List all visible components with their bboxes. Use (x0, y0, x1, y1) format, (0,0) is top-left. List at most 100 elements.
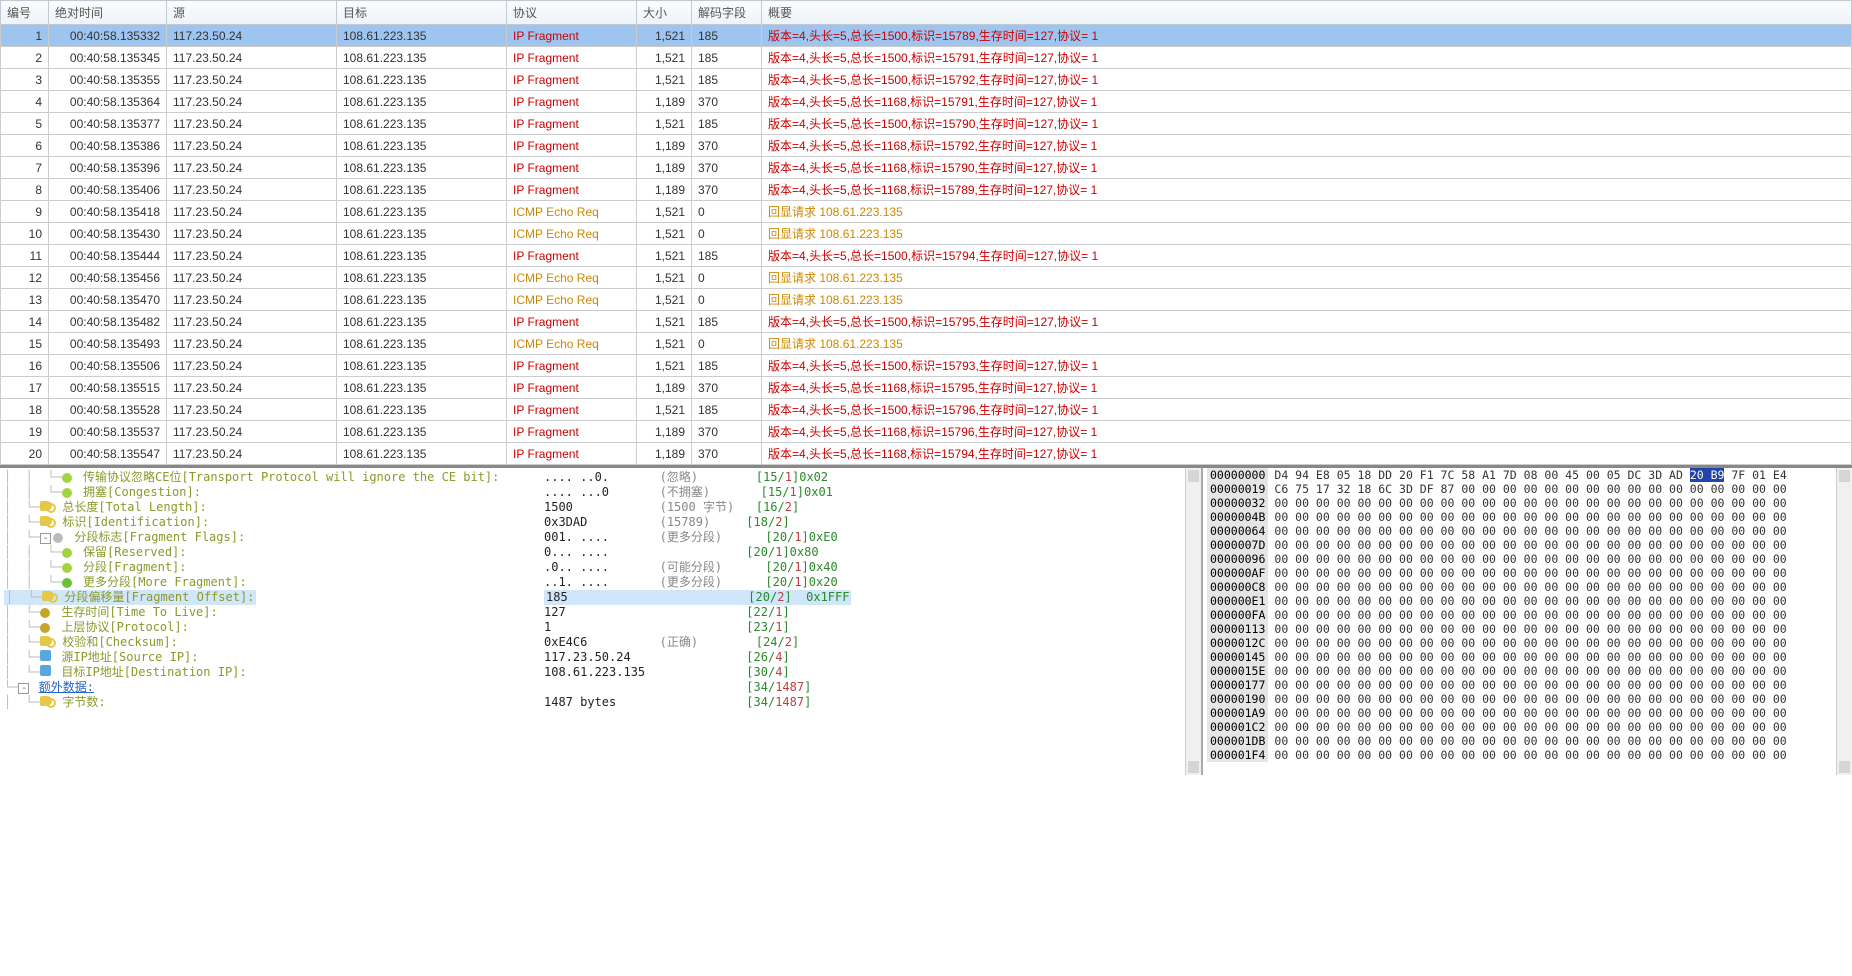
packet-list-table[interactable]: 编号 绝对时间 源 目标 协议 大小 解码字段 概要 100:40:58.135… (0, 0, 1852, 465)
packet-row[interactable]: 1900:40:58.135537117.23.50.24108.61.223.… (1, 421, 1852, 443)
packet-row[interactable]: 1100:40:58.135444117.23.50.24108.61.223.… (1, 245, 1852, 267)
tree-node[interactable]: │ └─ 上层协议[Protocol]:1 [23/1] (4, 620, 1201, 635)
hex-line[interactable]: 000000FA00 00 00 00 00 00 00 00 00 00 00… (1203, 608, 1852, 622)
packet-row[interactable]: 400:40:58.135364117.23.50.24108.61.223.1… (1, 91, 1852, 113)
hex-line[interactable]: 0000009600 00 00 00 00 00 00 00 00 00 00… (1203, 552, 1852, 566)
packet-row[interactable]: 1800:40:58.135528117.23.50.24108.61.223.… (1, 399, 1852, 421)
hex-line[interactable]: 00000019C6 75 17 32 18 6C 3D DF 87 00 00… (1203, 482, 1852, 496)
hex-line[interactable]: 0000007D00 00 00 00 00 00 00 00 00 00 00… (1203, 538, 1852, 552)
tree-hint: (15789) (660, 515, 747, 530)
tree-node[interactable]: │ └─- 分段标志[Fragment Flags]:001. .... (更多… (4, 530, 1201, 545)
packet-row[interactable]: 300:40:58.135355117.23.50.24108.61.223.1… (1, 69, 1852, 91)
packet-row[interactable]: 1200:40:58.135456117.23.50.24108.61.223.… (1, 267, 1852, 289)
packet-row[interactable]: 500:40:58.135377117.23.50.24108.61.223.1… (1, 113, 1852, 135)
cell-src: 117.23.50.24 (167, 157, 337, 179)
packet-row[interactable]: 800:40:58.135406117.23.50.24108.61.223.1… (1, 179, 1852, 201)
tree-label: 生存时间[Time To Live]: (61, 605, 217, 619)
col-header-no[interactable]: 编号 (1, 1, 49, 25)
packet-row[interactable]: 700:40:58.135396117.23.50.24108.61.223.1… (1, 157, 1852, 179)
tree-node[interactable]: │ └─ 生存时间[Time To Live]:127 [22/1] (4, 605, 1201, 620)
protocol-tree[interactable]: │ │ └─ 传输协议忽略CE位[Transport Protocol will… (0, 468, 1202, 775)
tree-node[interactable]: │ │ └─ 更多分段[More Fragment]:..1. .... (更多… (4, 575, 1201, 590)
packet-row[interactable]: 1400:40:58.135482117.23.50.24108.61.223.… (1, 311, 1852, 333)
packet-list-header[interactable]: 编号 绝对时间 源 目标 协议 大小 解码字段 概要 (1, 1, 1852, 25)
cell-no: 13 (1, 289, 49, 311)
packet-row[interactable]: 1700:40:58.135515117.23.50.24108.61.223.… (1, 377, 1852, 399)
packet-row[interactable]: 900:40:58.135418117.23.50.24108.61.223.1… (1, 201, 1852, 223)
hex-line[interactable]: 000000E100 00 00 00 00 00 00 00 00 00 00… (1203, 594, 1852, 608)
hex-line[interactable]: 0000011300 00 00 00 00 00 00 00 00 00 00… (1203, 622, 1852, 636)
tree-node[interactable]: │ │ └─ 拥塞[Congestion]:.... ...0 (不拥塞) [1… (4, 485, 1201, 500)
packet-row[interactable]: 1000:40:58.135430117.23.50.24108.61.223.… (1, 223, 1852, 245)
cell-size: 1,521 (637, 311, 692, 333)
cell-summary: 版本=4,头长=5,总长=1168,标识=15789,生存时间=127,协议= … (762, 179, 1852, 201)
tree-pos: [20/2] (748, 590, 791, 604)
hex-line[interactable]: 000001F400 00 00 00 00 00 00 00 00 00 00… (1203, 748, 1852, 762)
cell-summary: 版本=4,头长=5,总长=1168,标识=15790,生存时间=127,协议= … (762, 157, 1852, 179)
cell-decode: 185 (692, 25, 762, 47)
interface-icon (40, 650, 51, 661)
packet-row[interactable]: 600:40:58.135386117.23.50.24108.61.223.1… (1, 135, 1852, 157)
tree-node[interactable]: │ └─ 目标IP地址[Destination IP]:108.61.223.1… (4, 665, 1201, 680)
tree-node[interactable]: │ └─ 字节数:1487 bytes [34/1487] (4, 695, 1201, 710)
cell-summary: 版本=4,头长=5,总长=1168,标识=15791,生存时间=127,协议= … (762, 91, 1852, 113)
col-header-size[interactable]: 大小 (637, 1, 692, 25)
cell-size: 1,521 (637, 25, 692, 47)
hex-line[interactable]: 0000017700 00 00 00 00 00 00 00 00 00 00… (1203, 678, 1852, 692)
cell-no: 19 (1, 421, 49, 443)
tree-label: 分段偏移量[Fragment Offset]: (64, 590, 254, 604)
hex-line[interactable]: 000001C200 00 00 00 00 00 00 00 00 00 00… (1203, 720, 1852, 734)
tree-node[interactable]: │ │ └─ 保留[Reserved]:0... .... [20/1] 0x8… (4, 545, 1201, 560)
col-header-src[interactable]: 源 (167, 1, 337, 25)
tree-hex: 0x40 (809, 560, 838, 575)
hex-line[interactable]: 000000C800 00 00 00 00 00 00 00 00 00 00… (1203, 580, 1852, 594)
cell-decode: 370 (692, 135, 762, 157)
tree-node[interactable]: │ └─ 分段偏移量[Fragment Offset]:185 [20/2] 0… (4, 590, 1201, 605)
expand-toggle-icon[interactable]: - (40, 533, 51, 544)
col-header-proto[interactable]: 协议 (507, 1, 637, 25)
tree-pos: [34/1487] (746, 695, 811, 710)
tree-node[interactable]: └─- 额外数据: [34/1487] (4, 680, 1201, 695)
cell-no: 10 (1, 223, 49, 245)
hex-line[interactable]: 0000003200 00 00 00 00 00 00 00 00 00 00… (1203, 496, 1852, 510)
hex-line[interactable]: 0000012C00 00 00 00 00 00 00 00 00 00 00… (1203, 636, 1852, 650)
hex-view[interactable]: 00000000D4 94 E8 05 18 DD 20 F1 7C 58 A1… (1202, 468, 1852, 775)
hex-line[interactable]: 0000006400 00 00 00 00 00 00 00 00 00 00… (1203, 524, 1852, 538)
hex-offset: 000000C8 (1207, 580, 1268, 594)
packet-row[interactable]: 100:40:58.135332117.23.50.24108.61.223.1… (1, 25, 1852, 47)
tree-node[interactable]: │ └─ 标识[Identification]:0x3DAD (15789) [… (4, 515, 1201, 530)
tree-node[interactable]: │ └─ 校验和[Checksum]:0xE4C6 (正确) [24/2] (4, 635, 1201, 650)
tree-hint (662, 590, 749, 604)
tree-node[interactable]: │ └─ 总长度[Total Length]:1500 (1500 字节) [1… (4, 500, 1201, 515)
col-header-decode[interactable]: 解码字段 (692, 1, 762, 25)
packet-row[interactable]: 1300:40:58.135470117.23.50.24108.61.223.… (1, 289, 1852, 311)
packet-row[interactable]: 1600:40:58.135506117.23.50.24108.61.223.… (1, 355, 1852, 377)
hex-line[interactable]: 000001DB00 00 00 00 00 00 00 00 00 00 00… (1203, 734, 1852, 748)
packet-row[interactable]: 2000:40:58.135547117.23.50.24108.61.223.… (1, 443, 1852, 465)
hex-line[interactable]: 0000019000 00 00 00 00 00 00 00 00 00 00… (1203, 692, 1852, 706)
cell-dst: 108.61.223.135 (337, 443, 507, 465)
hex-highlight: 20 B9 (1690, 468, 1725, 482)
tree-node[interactable]: │ └─ 源IP地址[Source IP]:117.23.50.24 [26/4… (4, 650, 1201, 665)
cell-summary: 版本=4,头长=5,总长=1500,标识=15793,生存时间=127,协议= … (762, 355, 1852, 377)
tree-scrollbar[interactable] (1185, 468, 1201, 775)
hex-line[interactable]: 000001A900 00 00 00 00 00 00 00 00 00 00… (1203, 706, 1852, 720)
packet-row[interactable]: 200:40:58.135345117.23.50.24108.61.223.1… (1, 47, 1852, 69)
col-header-time[interactable]: 绝对时间 (49, 1, 167, 25)
hex-line[interactable]: 00000000D4 94 E8 05 18 DD 20 F1 7C 58 A1… (1203, 468, 1852, 482)
cell-proto: ICMP Echo Req (507, 223, 637, 245)
hex-line[interactable]: 0000015E00 00 00 00 00 00 00 00 00 00 00… (1203, 664, 1852, 678)
cell-proto: IP Fragment (507, 113, 637, 135)
expand-toggle-icon[interactable]: - (18, 683, 29, 694)
hex-line[interactable]: 0000014500 00 00 00 00 00 00 00 00 00 00… (1203, 650, 1852, 664)
cell-decode: 370 (692, 443, 762, 465)
hex-line[interactable]: 000000AF00 00 00 00 00 00 00 00 00 00 00… (1203, 566, 1852, 580)
hex-scrollbar[interactable] (1836, 468, 1852, 775)
cell-dst: 108.61.223.135 (337, 311, 507, 333)
hex-line[interactable]: 0000004B00 00 00 00 00 00 00 00 00 00 00… (1203, 510, 1852, 524)
packet-row[interactable]: 1500:40:58.135493117.23.50.24108.61.223.… (1, 333, 1852, 355)
col-header-dst[interactable]: 目标 (337, 1, 507, 25)
col-header-summary[interactable]: 概要 (762, 1, 1852, 25)
tree-node[interactable]: │ │ └─ 分段[Fragment]:.0.. .... (可能分段) [20… (4, 560, 1201, 575)
tree-node[interactable]: │ │ └─ 传输协议忽略CE位[Transport Protocol will… (4, 470, 1201, 485)
